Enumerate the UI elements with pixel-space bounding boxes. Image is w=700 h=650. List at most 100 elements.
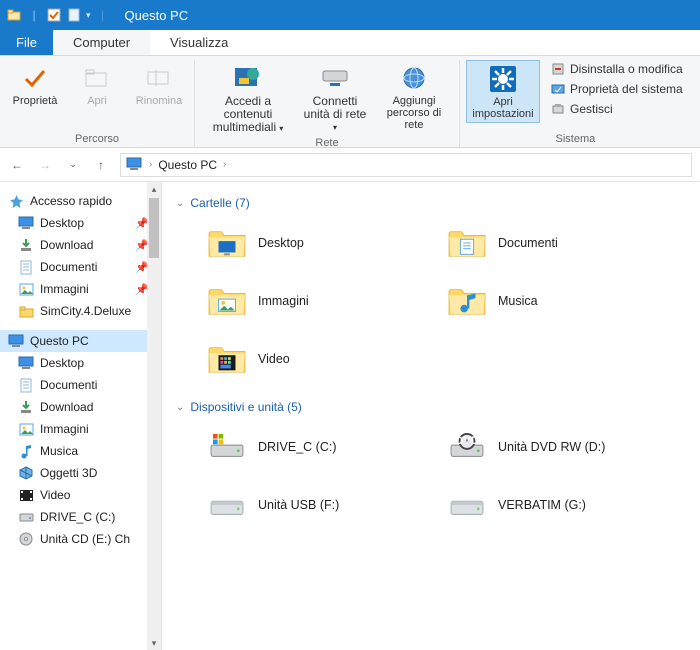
sidebar-item-drive[interactable]: DRIVE_C (C:) [0,506,161,528]
sidebar-quick-access[interactable]: Accesso rapido [0,190,161,212]
breadcrumb[interactable]: › Questo PC › [120,153,692,177]
sidebar-item-documents[interactable]: Documenti [0,374,161,396]
folders-grid: Desktop Documenti Immagini Musica Video [176,218,686,384]
sidebar-item-3d[interactable]: Oggetti 3D [0,462,161,484]
drive-item[interactable]: DRIVE_C (C:) [202,422,422,472]
folder-item[interactable]: Immagini [202,276,422,326]
sidebar-item-pictures[interactable]: Immagini [0,418,161,440]
sidebar-item-video[interactable]: Video [0,484,161,506]
add-location-button[interactable]: Aggiungi percorso di rete [375,60,453,133]
drive-item[interactable]: DVDUnità DVD RW (D:) [442,422,662,472]
download-icon [18,399,34,415]
documents-icon [18,259,34,275]
3d-icon [18,465,34,481]
cd-icon [18,531,34,547]
folder-icon [206,338,248,380]
folder-icon [446,222,488,264]
folder-item[interactable]: Musica [442,276,662,326]
window-title: Questo PC [125,8,189,23]
tab-computer[interactable]: Computer [53,30,150,55]
drive-icon: DVD [446,426,488,468]
sidebar-this-pc[interactable]: Questo PC [0,330,161,352]
desktop-icon [18,215,34,231]
folder-icon [206,280,248,322]
sidebar-item-desktop[interactable]: Desktop📌 [0,212,161,234]
manage-button[interactable]: Gestisci [548,100,685,118]
ribbon: Proprietà Apri Rinomina Percorso Accedi … [0,56,700,148]
page-icon[interactable] [66,7,82,23]
sidebar-item-documents[interactable]: Documenti📌 [0,256,161,278]
qat-dropdown-icon[interactable]: ▾ [86,10,91,21]
sidebar-item-pictures[interactable]: Immagini📌 [0,278,161,300]
sidebar-scrollbar[interactable]: ▴ ▾ [147,182,161,650]
connect-drive-button[interactable]: Connetti unità di rete ▾ [299,60,371,136]
globe-icon [398,62,430,94]
chevron-right-icon[interactable]: › [223,159,226,170]
divider-icon: | [95,7,111,23]
sidebar-item-cd[interactable]: Unità CD (E:) Ch [0,528,161,550]
folder-icon [18,303,34,319]
tab-view[interactable]: Visualizza [150,30,248,55]
ribbon-group-percorso: Proprietà Apri Rinomina Percorso [0,60,195,147]
folders-section-header[interactable]: ⌄ Cartelle (7) [176,196,686,210]
checkbox-icon[interactable] [46,7,62,23]
system-small-buttons: Disinstalla o modifica Proprietà del sis… [544,60,685,118]
scroll-thumb[interactable] [149,198,159,258]
nav-recent-button[interactable]: ⌄ [64,156,82,174]
folder-item[interactable]: Desktop [202,218,422,268]
folder-item[interactable]: Documenti [442,218,662,268]
nav-up-button[interactable]: ↑ [92,156,110,174]
sidebar-item-folder[interactable]: SimCity.4.Deluxe [0,300,161,322]
gear-icon [487,63,519,95]
chevron-right-icon[interactable]: › [149,159,152,170]
network-drive-icon [319,62,351,94]
chevron-down-icon: ▾ [333,123,337,132]
sidebar-item-download[interactable]: Download📌 [0,234,161,256]
manage-icon [550,101,566,117]
chevron-down-icon: ⌄ [176,198,184,209]
folder-item[interactable]: Video [202,334,422,384]
chevron-down-icon: ⌄ [176,402,184,413]
nav-back-button[interactable]: ← [8,156,26,174]
svg-text:DVD: DVD [455,435,479,447]
open-settings-button[interactable]: Apri impostazioni [466,60,540,123]
properties-button[interactable]: Proprietà [6,60,64,109]
star-icon [8,193,24,209]
drives-section-header[interactable]: ⌄ Dispositivi e unità (5) [176,400,686,414]
media-icon [232,62,264,94]
breadcrumb-location[interactable]: Questo PC [158,158,217,172]
drive-item[interactable]: VERBATIM (G:) [442,480,662,530]
sidebar-item-desktop[interactable]: Desktop [0,352,161,374]
pc-icon [8,333,24,349]
sidebar-item-download[interactable]: Download [0,396,161,418]
folder-icon [6,7,22,23]
scroll-up-icon[interactable]: ▴ [147,182,161,196]
scroll-down-icon[interactable]: ▾ [147,636,161,650]
sidebar-item-music[interactable]: Musica [0,440,161,462]
drive-icon [206,426,248,468]
tab-file[interactable]: File [0,30,53,55]
drive-icon [446,484,488,526]
content-area: Accesso rapido Desktop📌Download📌Document… [0,182,700,650]
uninstall-icon [550,61,566,77]
uninstall-button[interactable]: Disinstalla o modifica [548,60,685,78]
drive-icon [18,509,34,525]
documents-icon [18,377,34,393]
sysprops-icon [550,81,566,97]
navigation-sidebar: Accesso rapido Desktop📌Download📌Document… [0,182,162,650]
drive-item[interactable]: Unità USB (F:) [202,480,422,530]
titlebar: | ▾ | Questo PC [0,0,700,30]
folder-icon [446,280,488,322]
rename-icon [143,62,175,94]
nav-forward-button: → [36,156,54,174]
ribbon-tabs: File Computer Visualizza [0,30,700,56]
media-content-button[interactable]: Accedi a contenuti multimediali ▾ [201,60,295,137]
chevron-down-icon: ▾ [279,124,283,133]
music-icon [18,443,34,459]
ribbon-group-rete: Accedi a contenuti multimediali ▾ Connet… [195,60,460,147]
ribbon-group-sistema: Apri impostazioni Disinstalla o modifica… [460,60,691,147]
pictures-icon [18,421,34,437]
check-icon [19,62,51,94]
main-panel: ⌄ Cartelle (7) Desktop Documenti Immagini M… [162,182,700,650]
system-properties-button[interactable]: Proprietà del sistema [548,80,685,98]
